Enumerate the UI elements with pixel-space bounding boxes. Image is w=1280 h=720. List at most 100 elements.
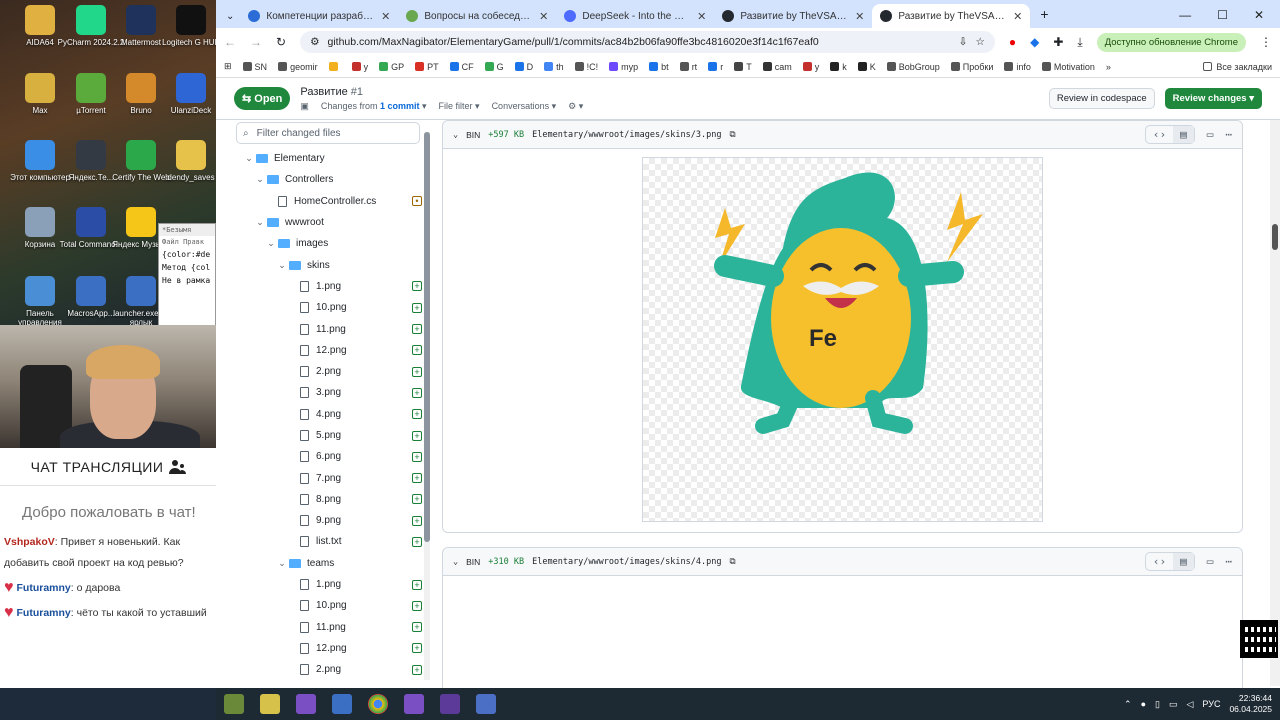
comment-icon[interactable]: ▭ bbox=[1207, 128, 1214, 141]
taskbar-app-icon[interactable] bbox=[440, 694, 460, 714]
tree-file[interactable]: 10.png + bbox=[234, 297, 430, 318]
bookmark-item[interactable]: PT bbox=[415, 62, 439, 72]
browser-tab[interactable]: Развитие by TheVSAKeeper · Pu ✕ bbox=[714, 4, 872, 28]
file-view-icon[interactable]: ▤ bbox=[1173, 126, 1194, 143]
taskbar-app-icon[interactable] bbox=[224, 694, 244, 714]
sidebar-toggle-icon[interactable]: ▣ bbox=[300, 101, 309, 112]
bookmark-item[interactable]: T bbox=[734, 62, 752, 72]
bookmark-item[interactable]: y bbox=[351, 62, 368, 72]
changes-from-dropdown[interactable]: Changes from 1 commit ▾ bbox=[321, 101, 427, 112]
taskbar-app-icon[interactable] bbox=[404, 694, 424, 714]
chat-username[interactable]: Futuramny bbox=[17, 582, 71, 594]
chrome-taskbar-icon[interactable] bbox=[368, 694, 388, 714]
taskbar-app-icon[interactable] bbox=[476, 694, 496, 714]
bookmark-item[interactable]: D bbox=[514, 62, 533, 72]
new-tab-button[interactable]: + bbox=[1030, 6, 1058, 28]
code-view-icon[interactable]: ‹› bbox=[1146, 126, 1173, 143]
star-icon[interactable]: ☆ bbox=[975, 36, 984, 48]
url-field[interactable]: ⚙ github.com/MaxNagibator/ElementaryGame… bbox=[300, 31, 995, 53]
tree-file[interactable]: 3.png + bbox=[234, 382, 430, 403]
tree-file[interactable]: 9.png + bbox=[234, 510, 430, 531]
bookmark-item[interactable]: BobGroup bbox=[886, 62, 940, 72]
tree-file[interactable]: 1.png + bbox=[234, 276, 430, 297]
browser-tab[interactable]: Развитие by TheVSAKeeper · Pu ✕ bbox=[872, 4, 1031, 28]
taskbar-app-icon[interactable] bbox=[332, 694, 352, 714]
taskbar-app-icon[interactable] bbox=[296, 694, 316, 714]
code-view-icon[interactable]: ‹› bbox=[1146, 553, 1173, 570]
tree-file[interactable]: 12.png + bbox=[234, 638, 430, 659]
bookmark-item[interactable]: Пробки bbox=[950, 62, 993, 72]
tree-folder[interactable]: ⌄ images bbox=[234, 233, 430, 254]
browser-tab[interactable]: Компетенции разработчика 2 ✕ bbox=[240, 4, 398, 28]
bookmark-item[interactable]: myp bbox=[609, 62, 638, 72]
tree-file[interactable]: 4.png + bbox=[234, 404, 430, 425]
settings-icon[interactable]: ⚙ ▾ bbox=[568, 101, 583, 112]
file-filter-dropdown[interactable]: File filter ▾ bbox=[439, 101, 480, 112]
chat-username[interactable]: Futuramny bbox=[17, 607, 71, 619]
download-icon[interactable]: ⤓ bbox=[1077, 35, 1082, 50]
collapse-chevron-icon[interactable]: ⌄ bbox=[453, 557, 458, 567]
collapse-chevron-icon[interactable]: ⌄ bbox=[453, 130, 458, 140]
bookmark-item[interactable]: K bbox=[857, 62, 876, 72]
volume-icon[interactable]: ◁ bbox=[1187, 699, 1194, 710]
tree-file[interactable]: list.txt + bbox=[234, 531, 430, 552]
tree-folder[interactable]: ⌄ teams bbox=[234, 553, 430, 574]
comment-icon[interactable]: ▭ bbox=[1207, 555, 1214, 568]
bookmark-item[interactable]: geomir bbox=[278, 62, 318, 72]
bookmark-item[interactable] bbox=[328, 62, 341, 72]
browser-tab[interactable]: Вопросы на собеседовании д ✕ bbox=[398, 4, 556, 28]
more-options-icon[interactable]: ⋯ bbox=[1225, 128, 1232, 141]
tree-file[interactable]: HomeController.cs • bbox=[234, 191, 430, 212]
copy-icon[interactable]: ⧉ bbox=[729, 557, 735, 567]
bookmark-item[interactable]: G bbox=[484, 62, 504, 72]
bookmark-item[interactable]: k bbox=[830, 62, 847, 72]
notepad-window[interactable]: *Безымя Файл Правк {color:#de Метод {col… bbox=[158, 223, 216, 327]
page-scrollbar[interactable] bbox=[1270, 120, 1280, 686]
mic-icon[interactable]: ● bbox=[1141, 699, 1146, 709]
tree-file[interactable]: 10.png + bbox=[234, 595, 430, 616]
tree-file[interactable]: 11.png + bbox=[234, 318, 430, 339]
puzzle-icon[interactable]: ✚ bbox=[1053, 35, 1063, 49]
more-options-icon[interactable]: ⋯ bbox=[1225, 555, 1232, 568]
chrome-update-button[interactable]: Доступно обновление Chrome bbox=[1096, 32, 1246, 52]
close-icon[interactable]: ✕ bbox=[1254, 8, 1264, 22]
chrome-menu-icon[interactable]: ⋮ bbox=[1260, 35, 1272, 49]
language-indicator[interactable]: РУС bbox=[1202, 699, 1220, 709]
opera-extension-icon[interactable]: ● bbox=[1009, 35, 1016, 49]
tree-file[interactable]: 2.png + bbox=[234, 361, 430, 382]
bookmark-item[interactable]: CF bbox=[449, 62, 474, 72]
network-icon[interactable]: ▭ bbox=[1169, 699, 1178, 710]
browser-tab[interactable]: DeepSeek - Into the Unknown ✕ bbox=[556, 4, 714, 28]
file-path[interactable]: Elementary/wwwroot/images/skins/4.png bbox=[532, 557, 721, 567]
copy-icon[interactable]: ⧉ bbox=[729, 130, 735, 140]
bookmark-item[interactable]: GP bbox=[379, 62, 404, 72]
usb-icon[interactable]: ▯ bbox=[1155, 699, 1160, 710]
filter-files-input[interactable]: ⌕ Filter changed files bbox=[236, 122, 420, 144]
users-icon[interactable] bbox=[169, 459, 187, 475]
bookmark-item[interactable]: Motivation bbox=[1041, 62, 1095, 72]
bookmark-item[interactable]: r bbox=[708, 62, 723, 72]
file-path[interactable]: Elementary/wwwroot/images/skins/3.png bbox=[532, 130, 721, 140]
review-changes-button[interactable]: Review changes ▾ bbox=[1164, 88, 1262, 109]
back-icon[interactable]: ← bbox=[224, 35, 236, 49]
bookmark-item[interactable]: info bbox=[1004, 62, 1031, 72]
extension-icon[interactable]: ◆ bbox=[1030, 35, 1039, 49]
clock[interactable]: 22:36:44 06.04.2025 bbox=[1229, 693, 1272, 715]
bookmark-item[interactable]: cam bbox=[762, 62, 792, 72]
tree-file[interactable]: 6.png + bbox=[234, 446, 430, 467]
tree-file[interactable]: 2.png + bbox=[234, 659, 430, 680]
tab-close-icon[interactable]: ✕ bbox=[381, 10, 390, 23]
minimize-icon[interactable]: — bbox=[1179, 8, 1191, 22]
site-info-icon[interactable]: ⚙ bbox=[310, 36, 319, 48]
reload-icon[interactable]: ↻ bbox=[276, 35, 286, 49]
bookmark-item[interactable]: bt bbox=[649, 62, 669, 72]
file-view-icon[interactable]: ▤ bbox=[1173, 553, 1194, 570]
tree-file[interactable]: 1.png + bbox=[234, 574, 430, 595]
tab-close-icon[interactable]: ✕ bbox=[855, 10, 864, 23]
tree-file[interactable]: 7.png + bbox=[234, 467, 430, 488]
bookmark-item[interactable]: y bbox=[802, 62, 819, 72]
bookmark-item[interactable]: !C! bbox=[574, 62, 598, 72]
bookmark-item[interactable]: SN bbox=[242, 62, 267, 72]
tree-folder[interactable]: ⌄ Controllers bbox=[234, 169, 430, 190]
bookmark-item[interactable]: th bbox=[544, 62, 564, 72]
